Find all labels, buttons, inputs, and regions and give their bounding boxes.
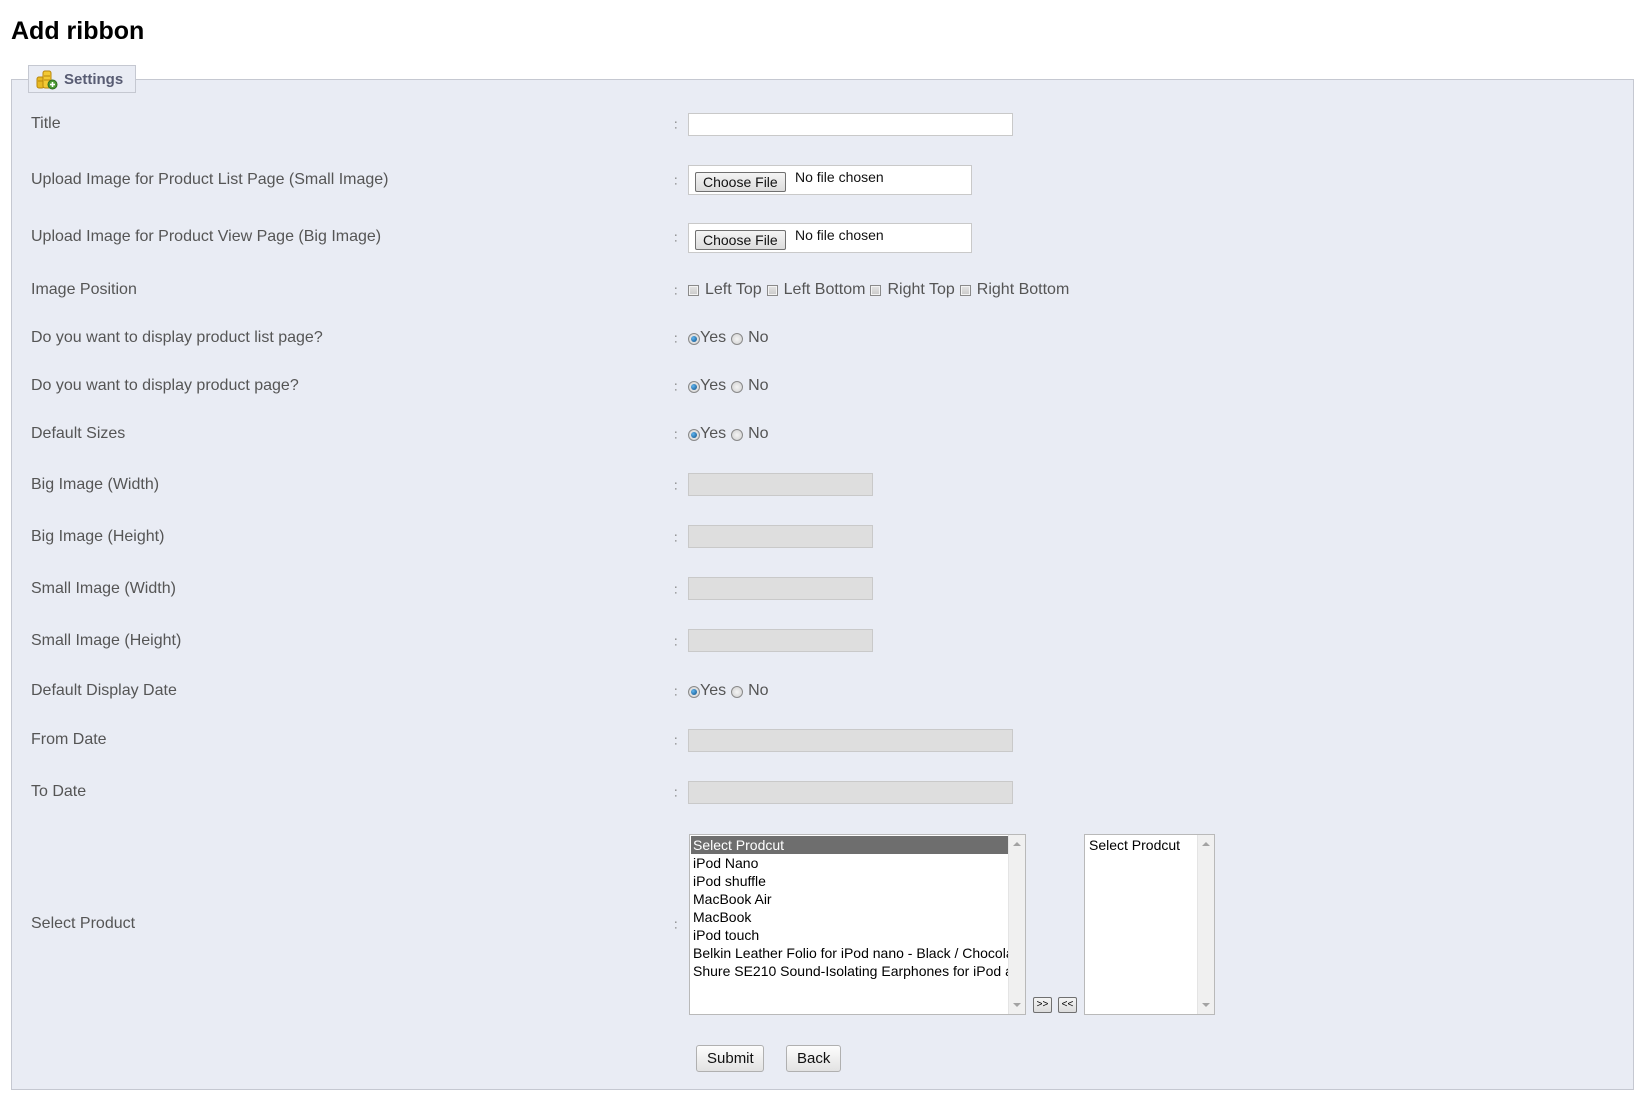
default-display-date-no-radio[interactable]	[731, 686, 744, 698]
display-list-page-yes-radio[interactable]	[688, 333, 700, 345]
big-image-upload-label: Upload Image for Product View Page (Big …	[31, 228, 382, 245]
display-list-page-no-radio[interactable]	[731, 333, 744, 345]
image-position-label: Image Position	[31, 281, 137, 298]
default-sizes-yes-radio[interactable]	[688, 429, 700, 441]
coins-add-icon	[36, 68, 58, 90]
default-display-date-yes-radio[interactable]	[688, 686, 700, 698]
remove-product-button[interactable]: <<	[1058, 997, 1077, 1013]
scroll-up-icon[interactable]	[1202, 842, 1210, 846]
scroll-up-icon[interactable]	[1013, 842, 1021, 846]
available-products-scrollbar[interactable]	[1008, 835, 1025, 1014]
separator: :	[674, 116, 678, 132]
default-sizes-label: Default Sizes	[31, 425, 126, 442]
from-date-input[interactable]	[688, 729, 1013, 752]
left-top-label: Left Top	[705, 281, 762, 298]
right-top-label: Right Top	[887, 281, 955, 298]
no-label: No	[748, 425, 769, 442]
no-label: No	[748, 329, 769, 346]
small-image-choose-file-button[interactable]: Choose File	[695, 172, 786, 192]
small-image-height-label: Small Image (Height)	[31, 632, 182, 649]
chosen-products-scrollbar[interactable]	[1197, 835, 1214, 1014]
separator: :	[674, 477, 678, 493]
big-image-height-label: Big Image (Height)	[31, 528, 165, 545]
small-image-file-input[interactable]: Choose File No file chosen	[688, 165, 972, 195]
big-image-width-label: Big Image (Width)	[31, 476, 160, 493]
product-option[interactable]: iPod Nano	[691, 854, 1008, 872]
default-sizes-radio-group: Yes No	[688, 425, 774, 443]
right-top-checkbox[interactable]	[870, 284, 882, 296]
small-image-width-label: Small Image (Width)	[31, 580, 176, 597]
display-list-page-radio-group: Yes No	[688, 329, 774, 347]
separator: :	[674, 732, 678, 748]
yes-label: Yes	[700, 329, 727, 346]
page-title: Add ribbon	[11, 17, 145, 45]
back-button[interactable]: Back	[786, 1045, 841, 1072]
separator: :	[674, 330, 678, 346]
default-display-date-radio-group: Yes No	[688, 682, 774, 700]
separator: :	[674, 229, 678, 245]
chosen-products-listbox[interactable]: Select Prodcut	[1084, 834, 1215, 1015]
separator: :	[674, 172, 678, 188]
select-product-label: Select Product	[31, 915, 136, 932]
available-products-listbox[interactable]: Select Prodcut iPod Nano iPod shuffle Ma…	[689, 834, 1026, 1015]
right-bottom-label: Right Bottom	[976, 281, 1070, 298]
small-image-file-status: No file chosen	[795, 169, 884, 185]
big-image-height-input[interactable]	[688, 525, 873, 548]
default-display-date-label: Default Display Date	[31, 682, 177, 699]
separator: :	[674, 916, 678, 932]
product-option[interactable]: MacBook	[691, 908, 1008, 926]
separator: :	[674, 529, 678, 545]
separator: :	[674, 633, 678, 649]
title-input[interactable]	[688, 113, 1013, 136]
separator: :	[674, 784, 678, 800]
right-bottom-checkbox[interactable]	[959, 284, 971, 296]
separator: :	[674, 581, 678, 597]
separator: :	[674, 282, 678, 298]
display-product-page-label: Do you want to display product page?	[31, 377, 299, 394]
product-option[interactable]: Shure SE210 Sound-Isolating Earphones fo…	[691, 962, 1008, 980]
product-option[interactable]: iPod touch	[691, 926, 1008, 944]
big-image-width-input[interactable]	[688, 473, 873, 496]
image-position-options: Left Top Left Bottom Right Top Right Bot…	[688, 281, 1074, 299]
left-bottom-checkbox[interactable]	[766, 284, 778, 296]
small-image-height-input[interactable]	[688, 629, 873, 652]
display-product-page-radio-group: Yes No	[688, 377, 774, 395]
big-image-choose-file-button[interactable]: Choose File	[695, 230, 786, 250]
scroll-down-icon[interactable]	[1013, 1003, 1021, 1007]
big-image-file-status: No file chosen	[795, 227, 884, 243]
product-option[interactable]: iPod shuffle	[691, 872, 1008, 890]
scroll-down-icon[interactable]	[1202, 1003, 1210, 1007]
default-sizes-no-radio[interactable]	[731, 429, 744, 441]
display-product-page-no-radio[interactable]	[731, 381, 744, 393]
yes-label: Yes	[700, 682, 727, 699]
left-top-checkbox[interactable]	[688, 284, 699, 296]
no-label: No	[748, 377, 769, 394]
product-option[interactable]: MacBook Air	[691, 890, 1008, 908]
small-image-upload-label: Upload Image for Product List Page (Smal…	[31, 171, 389, 188]
to-date-input[interactable]	[688, 781, 1013, 804]
from-date-label: From Date	[31, 731, 107, 748]
chosen-product-option[interactable]: Select Prodcut	[1086, 836, 1197, 854]
product-option[interactable]: Select Prodcut	[691, 836, 1008, 854]
separator: :	[674, 683, 678, 699]
big-image-file-input[interactable]: Choose File No file chosen	[688, 223, 972, 253]
add-product-button[interactable]: >>	[1033, 997, 1052, 1013]
yes-label: Yes	[700, 425, 727, 442]
separator: :	[674, 426, 678, 442]
yes-label: Yes	[700, 377, 727, 394]
product-option[interactable]: Belkin Leather Folio for iPod nano - Bla…	[691, 944, 1008, 962]
small-image-width-input[interactable]	[688, 577, 873, 600]
title-label: Title	[31, 115, 61, 132]
separator: :	[674, 378, 678, 394]
left-bottom-label: Left Bottom	[783, 281, 866, 298]
display-product-page-yes-radio[interactable]	[688, 381, 700, 393]
legend-label: Settings	[64, 70, 124, 88]
display-list-page-label: Do you want to display product list page…	[31, 329, 323, 346]
settings-legend: Settings	[28, 65, 136, 93]
submit-button[interactable]: Submit	[696, 1045, 764, 1072]
no-label: No	[748, 682, 769, 699]
to-date-label: To Date	[31, 783, 87, 800]
